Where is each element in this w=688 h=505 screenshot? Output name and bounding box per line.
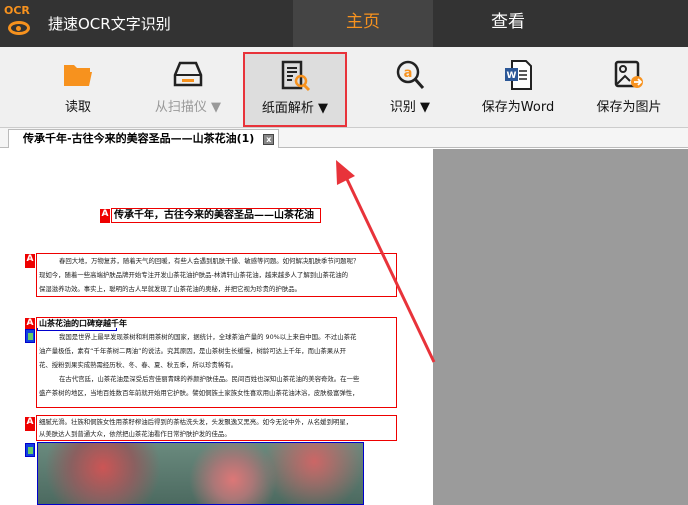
- app-title: 捷速OCR文字识别: [48, 15, 171, 33]
- text-region-icon[interactable]: A: [100, 209, 110, 223]
- image-region-photo[interactable]: [37, 442, 364, 505]
- app-logo: OCR: [4, 4, 34, 42]
- text-line: 从美肤达人到普通大众，依然把山茶花油看作日常护肤护发的佳品。: [39, 430, 231, 438]
- document-tab-label: 传承千年-古往今来的美容圣品——山茶花油(1): [23, 132, 255, 145]
- word-icon: W: [505, 60, 532, 90]
- document-search-icon: [281, 60, 311, 92]
- folder-icon: [64, 65, 92, 86]
- scanner-icon: [173, 61, 203, 87]
- image-region-box[interactable]: [37, 328, 117, 331]
- document-tabs: 传承千年-古往今来的美容圣品——山茶花油(1) x: [0, 128, 688, 148]
- text-line: 我国是世界上最早发现茶树和利用茶树的国家，据统计，全球茶油产量的 90%以上来自…: [59, 333, 357, 341]
- svg-text:W: W: [507, 71, 517, 81]
- eye-icon: [8, 21, 30, 35]
- paper-analysis-button[interactable]: 纸面解析 ▼: [243, 52, 347, 127]
- save-as-image-button[interactable]: 保存为图片: [588, 47, 670, 128]
- toolbar: 读取 从扫描仪 ▼ 纸面解析 ▼ a 识别 ▼ W 保存为Word 保存为图片: [0, 47, 688, 128]
- text-line: 在古代宫廷，山茶花油是深受后宫佳丽青睐的养颜护肤佳品。民间百姓也深知山茶花油的美…: [59, 375, 360, 383]
- document-page: A 传承千年，古往今来的美容圣品——山茶花油 A 春回大地，万物复苏，随着天气的…: [0, 149, 433, 505]
- result-panel: [433, 149, 688, 505]
- recognize-icon: a: [396, 60, 425, 89]
- tab-view[interactable]: 查看: [433, 0, 583, 47]
- text-region-1[interactable]: 春回大地，万物复苏，随着天气的回暖，有些人会遇到肌肤干燥、敏感等问题。如何解决肌…: [36, 253, 397, 297]
- document-tab[interactable]: 传承千年-古往今来的美容圣品——山茶花油(1) x: [8, 129, 280, 148]
- image-region-icon[interactable]: [25, 329, 35, 343]
- save-as-word-button[interactable]: W 保存为Word: [470, 47, 566, 128]
- title-region[interactable]: 传承千年，古往今来的美容圣品——山茶花油: [111, 208, 321, 223]
- tab-home[interactable]: 主页: [293, 0, 433, 47]
- text-line: 盛产茶树的地区，当地百姓数百年前就开始用它护肤。譬如侗族土家族女性喜欢用山茶花油…: [39, 389, 359, 397]
- text-line: 花、授粉到果实成熟需经历秋、冬、春、夏、秋五季，所以珍贵稀有。: [39, 361, 238, 369]
- text-region-icon[interactable]: A: [25, 254, 35, 268]
- image-region-icon[interactable]: [25, 443, 35, 457]
- text-region-3[interactable]: 细腻光滑。壮族和侗族女性用茶籽榨油后得到的茶枯洗头发，头发飘逸又黑亮。如今无论中…: [36, 415, 397, 441]
- save-image-icon: [614, 60, 643, 88]
- logo-text: OCR: [4, 4, 30, 17]
- save-as-image-label: 保存为图片: [596, 100, 662, 115]
- svg-text:a: a: [404, 66, 413, 81]
- read-label: 读取: [64, 100, 91, 115]
- read-button[interactable]: 读取: [40, 47, 116, 128]
- text-line: 保湿滋养功效。事实上，聪明的古人早就发现了山茶花油的奥秘，并把它视为珍贵的护肤品…: [39, 285, 302, 293]
- text-line: 油产量极低，素有“千年茶树二两油”的说法。究其原因，是山茶树生长缓慢，树龄可达上…: [39, 347, 346, 355]
- text-line: 春回大地，万物复苏，随着天气的回暖，有些人会遇到肌肤干燥、敏感等问题。如何解决肌…: [59, 257, 360, 265]
- text-line: 现如今，随着一些高端护肤品牌开始专注开发山茶花油护肤品-林清轩山茶花油，越来越多…: [39, 271, 349, 279]
- recognize-button[interactable]: a 识别 ▼: [370, 47, 450, 128]
- from-scanner-button[interactable]: 从扫描仪 ▼: [140, 47, 236, 128]
- recognize-label: 识别 ▼: [389, 100, 431, 115]
- title-bar: OCR 捷速OCR文字识别 主页 查看: [0, 0, 688, 47]
- text-region-icon[interactable]: A: [25, 417, 35, 431]
- from-scanner-label: 从扫描仪 ▼: [154, 100, 222, 115]
- text-line: 细腻光滑。壮族和侗族女性用茶籽榨油后得到的茶枯洗头发，头发飘逸又黑亮。如今无论中…: [39, 418, 353, 426]
- close-tab-icon[interactable]: x: [263, 134, 275, 145]
- paper-analysis-label: 纸面解析 ▼: [261, 101, 329, 116]
- save-as-word-label: 保存为Word: [481, 100, 555, 115]
